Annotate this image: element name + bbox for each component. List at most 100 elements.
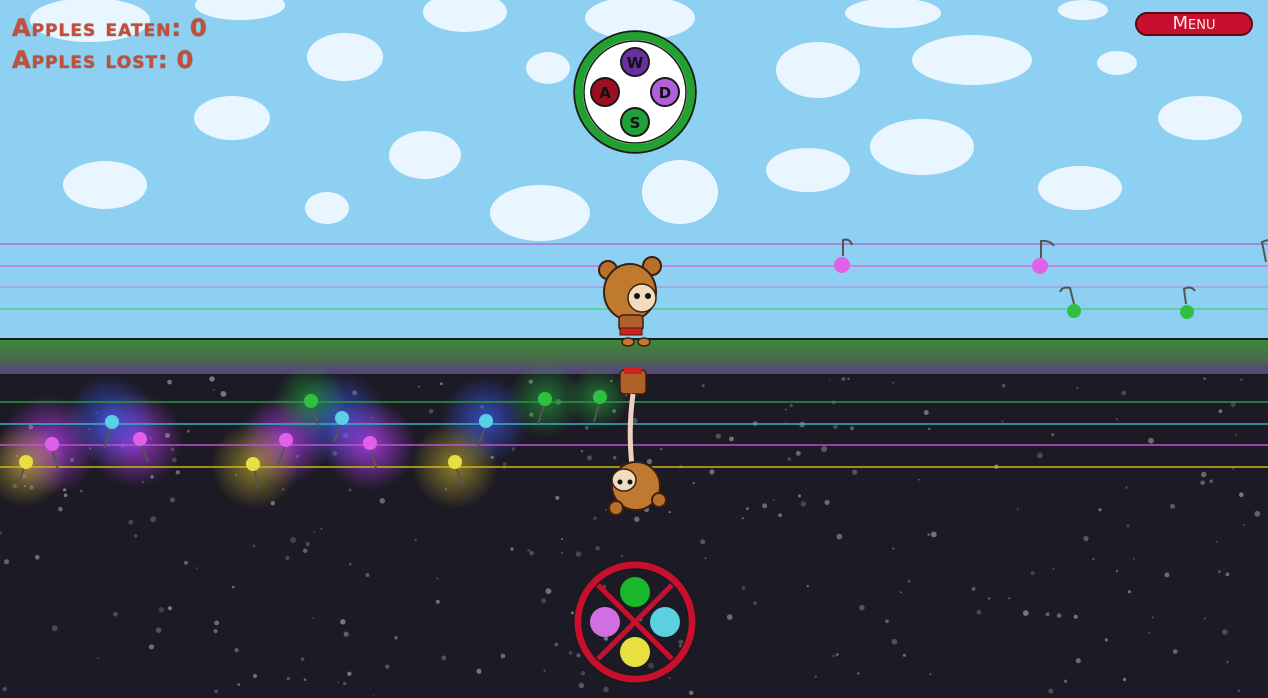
star xyxy=(715,433,721,439)
star xyxy=(1237,689,1241,693)
star xyxy=(1056,613,1062,618)
star xyxy=(829,379,831,382)
key-s-button[interactable]: S xyxy=(620,107,650,137)
star xyxy=(342,681,347,686)
star xyxy=(1215,540,1218,543)
star xyxy=(1048,688,1054,694)
star xyxy=(859,604,865,611)
apples-eaten-counter: Apples eaten: 0 xyxy=(12,14,208,42)
star xyxy=(1151,616,1154,619)
star xyxy=(836,653,839,656)
star xyxy=(1234,433,1237,436)
star xyxy=(660,448,663,451)
star xyxy=(850,426,855,431)
star xyxy=(987,597,991,600)
star xyxy=(1023,610,1029,616)
star xyxy=(436,577,439,580)
star xyxy=(1092,557,1095,561)
star xyxy=(570,611,574,615)
star xyxy=(634,516,640,522)
star xyxy=(1051,433,1055,437)
star xyxy=(234,648,239,653)
star xyxy=(701,384,705,388)
star xyxy=(1201,471,1207,478)
star xyxy=(96,657,99,660)
star xyxy=(555,495,560,500)
violet-catch-dot xyxy=(590,607,620,637)
star xyxy=(1203,617,1206,620)
key-a-label: A xyxy=(599,84,611,102)
star xyxy=(80,489,83,493)
star xyxy=(795,450,801,456)
star xyxy=(789,403,793,408)
star xyxy=(568,650,573,655)
star xyxy=(365,573,370,577)
star xyxy=(4,559,9,565)
star xyxy=(821,446,828,452)
star xyxy=(927,533,930,536)
key-a-button[interactable]: A xyxy=(590,77,620,107)
star xyxy=(1075,658,1081,664)
star xyxy=(892,381,895,384)
star xyxy=(1122,677,1127,682)
star xyxy=(648,662,654,669)
star xyxy=(700,539,706,545)
star xyxy=(286,676,290,681)
star xyxy=(134,534,138,538)
star xyxy=(832,654,835,658)
star xyxy=(510,547,514,551)
star xyxy=(313,530,316,533)
key-d-button[interactable]: D xyxy=(650,77,680,107)
star xyxy=(798,494,801,498)
star xyxy=(885,619,889,623)
star xyxy=(1148,631,1151,634)
star xyxy=(213,629,218,634)
star xyxy=(302,548,308,554)
star xyxy=(214,689,218,694)
star xyxy=(841,377,846,381)
star xyxy=(148,644,154,650)
star xyxy=(741,517,744,520)
yellow-catch-dot xyxy=(620,637,650,667)
star xyxy=(668,510,671,514)
star xyxy=(668,676,671,679)
star xyxy=(155,627,162,633)
star xyxy=(726,614,733,620)
star xyxy=(545,588,552,595)
star xyxy=(814,675,817,678)
star xyxy=(300,657,305,661)
star xyxy=(800,501,807,507)
star xyxy=(34,554,40,560)
star xyxy=(1243,524,1245,526)
star xyxy=(1222,629,1228,635)
star xyxy=(476,668,482,674)
star xyxy=(1115,570,1119,573)
star xyxy=(1254,510,1261,517)
game-scene: W A D S xyxy=(0,0,1268,698)
star xyxy=(58,506,63,512)
key-w-button[interactable]: W xyxy=(620,47,650,77)
star xyxy=(312,616,315,619)
star xyxy=(305,541,310,547)
menu-button[interactable]: Menu xyxy=(1135,12,1253,36)
star xyxy=(1121,390,1126,396)
star xyxy=(847,377,850,381)
cyan-catch-dot xyxy=(650,607,680,637)
star xyxy=(1127,590,1131,594)
star xyxy=(252,673,258,679)
star xyxy=(762,503,768,509)
star xyxy=(1037,452,1043,459)
star xyxy=(1217,570,1221,574)
star xyxy=(704,557,707,560)
star xyxy=(158,607,164,613)
star xyxy=(372,694,375,697)
star xyxy=(1209,479,1213,484)
star xyxy=(620,555,623,558)
star xyxy=(1001,420,1004,423)
star xyxy=(891,638,898,645)
star xyxy=(561,551,563,554)
star xyxy=(1098,508,1102,512)
star xyxy=(593,516,597,520)
star xyxy=(1126,524,1130,528)
star xyxy=(929,673,932,676)
